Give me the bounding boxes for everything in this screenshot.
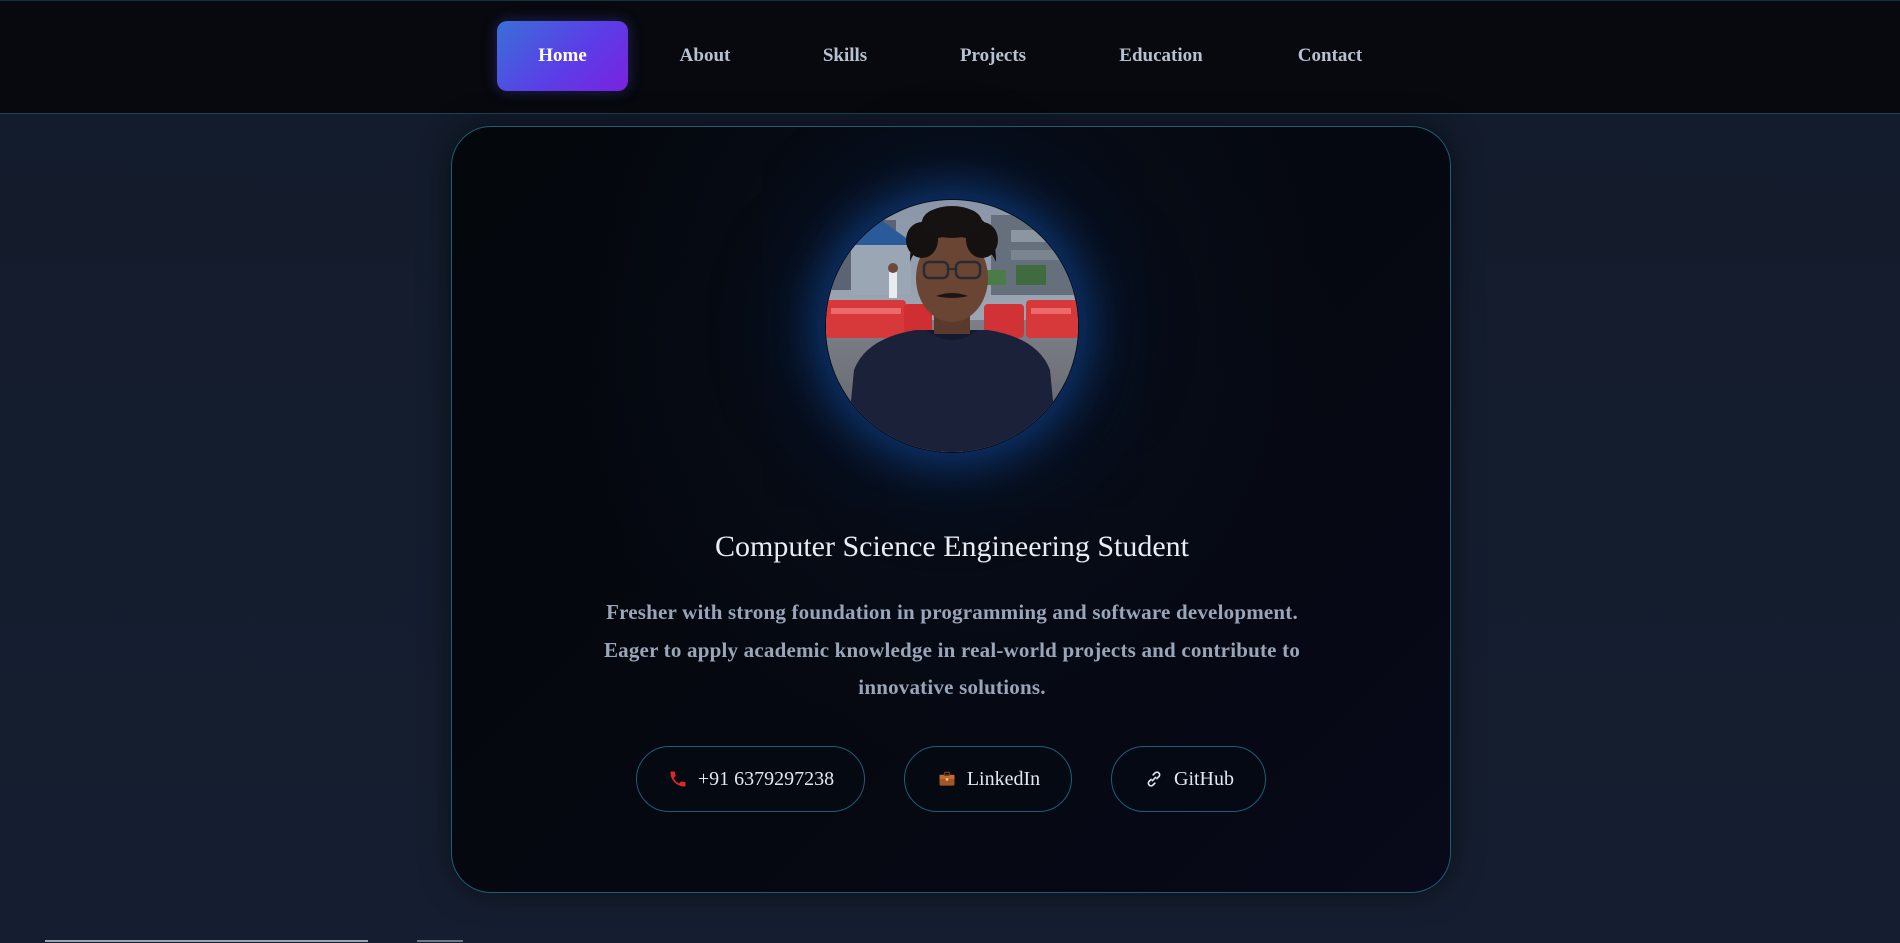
- scroll-indicator-secondary: [417, 940, 463, 942]
- scroll-indicator: [45, 940, 368, 942]
- hero-card: Computer Science Engineering Student Fre…: [451, 126, 1451, 893]
- phone-button[interactable]: +91 6379297238: [636, 746, 865, 812]
- nav-projects[interactable]: Projects: [944, 21, 1042, 91]
- nav-education[interactable]: Education: [1106, 21, 1216, 91]
- nav-home[interactable]: Home: [497, 21, 628, 91]
- github-button[interactable]: GitHub: [1111, 746, 1266, 812]
- hero-title: Computer Science Engineering Student: [714, 530, 1190, 563]
- briefcase-icon: [936, 768, 958, 790]
- profile-photo-icon: [826, 200, 1078, 452]
- hero-description: Fresher with strong foundation in progra…: [603, 600, 1301, 699]
- nav-about[interactable]: About: [665, 21, 745, 91]
- link-icon: [1143, 768, 1165, 790]
- linkedin-button[interactable]: LinkedIn: [904, 746, 1072, 812]
- github-label: GitHub: [1174, 767, 1234, 790]
- top-navbar: Home About Skills Projects Education Con…: [0, 0, 1900, 114]
- phone-label: +91 6379297238: [697, 767, 835, 790]
- linkedin-label: LinkedIn: [966, 767, 1041, 790]
- nav-skills[interactable]: Skills: [806, 21, 884, 91]
- phone-icon: [667, 768, 689, 790]
- avatar: [826, 200, 1078, 452]
- nav-contact[interactable]: Contact: [1283, 21, 1377, 91]
